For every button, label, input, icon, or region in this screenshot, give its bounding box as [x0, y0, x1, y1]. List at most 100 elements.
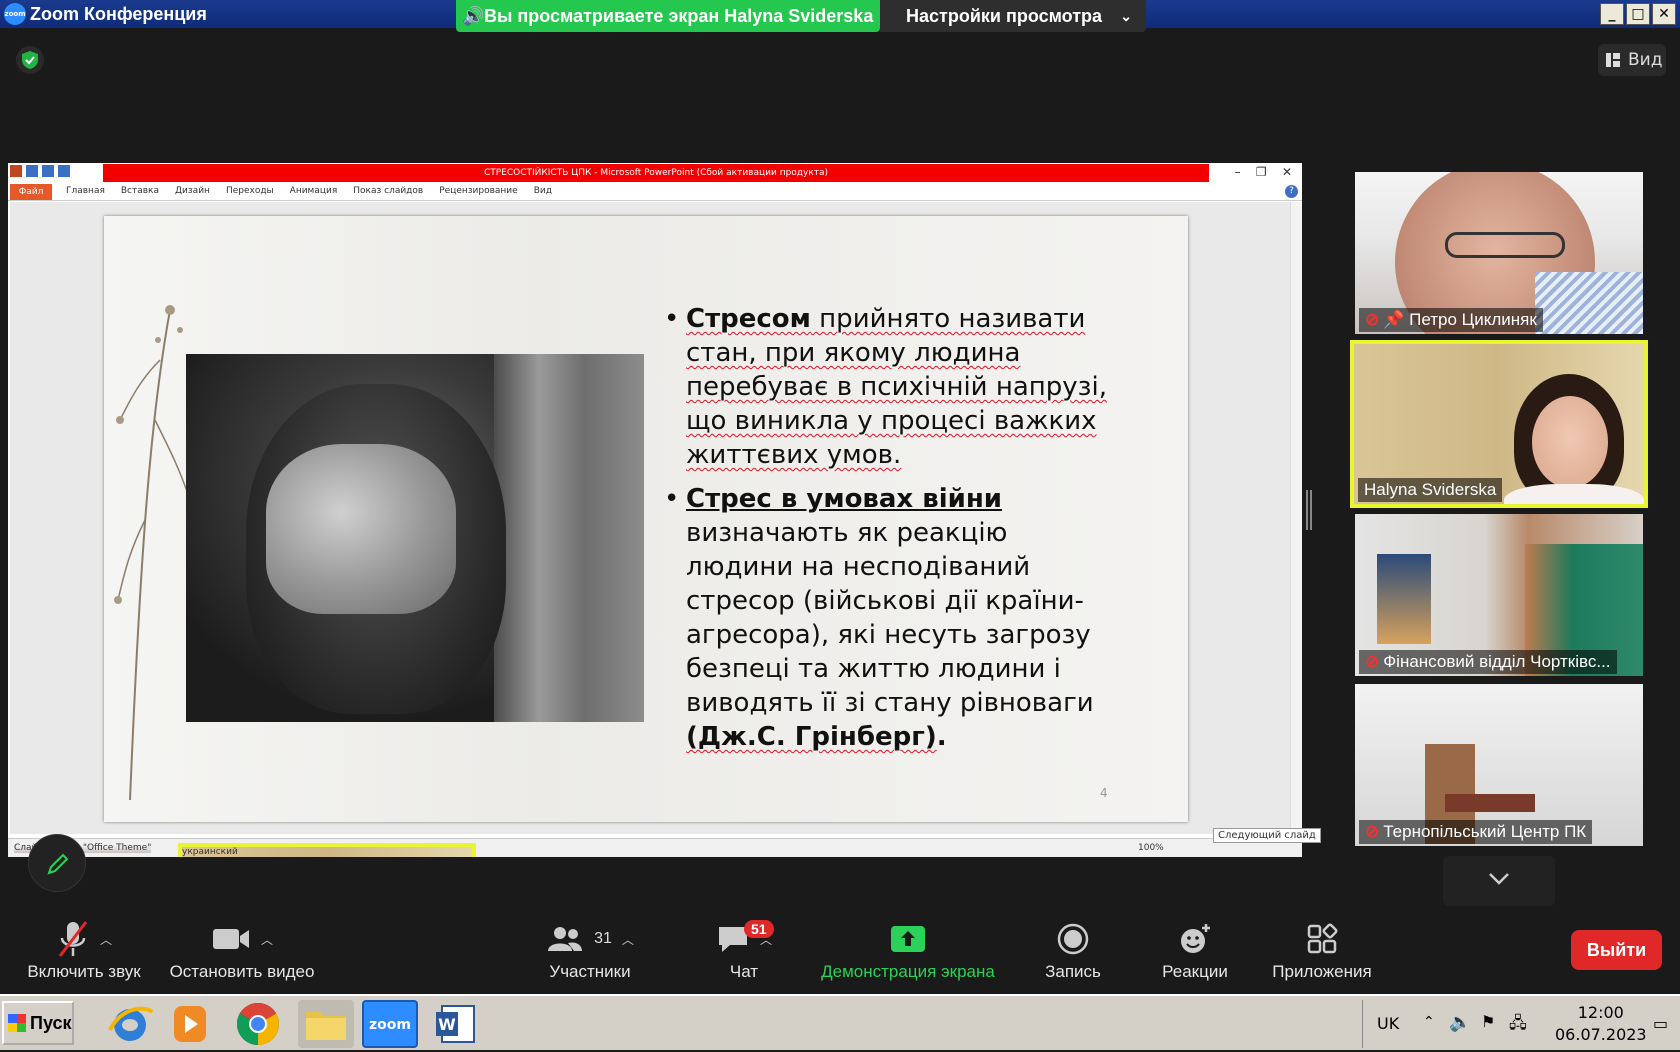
help-icon[interactable]: ?	[1285, 185, 1298, 198]
stop-video-button[interactable]: ︿ Остановить видео	[164, 916, 320, 982]
mic-muted-icon	[58, 921, 88, 957]
powerpoint-status-bar: Слайд 4 из 14 "Office Theme" украинский …	[8, 838, 1302, 857]
chat-button[interactable]: ︿ Чат 51	[694, 916, 794, 982]
ribbon-tab-design[interactable]: Дизайн	[175, 186, 210, 196]
chat-unread-badge: 51	[744, 920, 774, 938]
ribbon-tab-slideshow[interactable]: Показ слайдов	[353, 186, 423, 196]
close-button[interactable]: ✕	[1652, 3, 1676, 25]
volume-icon[interactable]: 🔈	[1449, 1012, 1471, 1033]
view-settings-dropdown[interactable]: Настройки просмотра ⌄	[880, 0, 1146, 32]
share-banner-text: Вы просматриваете экран Halyna Sviderska	[484, 6, 874, 26]
powerpoint-icon	[10, 165, 22, 177]
mic-muted-icon: ⊘	[1365, 652, 1380, 671]
stop-video-label: Остановить видео	[169, 962, 315, 981]
participants-label: Участники	[549, 962, 631, 981]
start-button[interactable]: Пуск	[2, 1001, 74, 1045]
apps-label: Приложения	[1272, 962, 1372, 981]
security-shield-icon[interactable]	[16, 46, 44, 74]
participant-tile-2-active[interactable]: Halyna Sviderska	[1350, 340, 1648, 508]
distressed-woman-photo	[186, 354, 644, 722]
redo-icon[interactable]	[58, 165, 70, 177]
ribbon-tab-review[interactable]: Рецензирование	[439, 186, 517, 196]
bullet2-citation: (Дж.С. Грінберг)	[686, 722, 937, 752]
slide-number: 4	[1100, 786, 1108, 800]
participant-name-2: Halyna Sviderska	[1358, 478, 1503, 502]
windows-logo-icon	[8, 1014, 26, 1032]
participants-button[interactable]: 31 ︿ Участники	[520, 916, 660, 982]
participant-tile-3[interactable]: ⊘ Фінансовий відділ Чортківс...	[1355, 514, 1643, 676]
status-zoom[interactable]: 100%	[1138, 843, 1164, 853]
network-icon[interactable]: 🖧	[1509, 1012, 1527, 1039]
ribbon-tab-view[interactable]: Вид	[534, 186, 552, 196]
clock[interactable]: 12:00 06.07.2023	[1555, 1002, 1647, 1046]
window-controls: _ □ ✕	[1600, 3, 1676, 25]
ribbon-tab-home[interactable]: Главная	[66, 186, 105, 196]
viewing-share-banner: 🔊 Вы просматриваете экран Halyna Sviders…	[456, 0, 880, 32]
powerpoint-title-bar: СТРЕСОСТІЙКІСТЬ ЦПК - Microsoft PowerPoi…	[8, 163, 1302, 183]
ribbon-tab-transitions[interactable]: Переходы	[226, 186, 274, 196]
clock-time: 12:00	[1577, 1003, 1624, 1022]
caret-up-icon[interactable]: ︿	[261, 931, 273, 948]
language-indicator[interactable]: UK	[1377, 1014, 1399, 1033]
action-center-flag-icon[interactable]: ⚑	[1481, 1012, 1495, 1031]
reactions-button[interactable]: Реакции	[1150, 916, 1240, 982]
participant-tile-1[interactable]: ⊘ 📌 Петро Циклиняк	[1355, 172, 1643, 334]
panel-resize-handle[interactable]	[1306, 490, 1312, 530]
clock-date: 06.07.2023	[1555, 1025, 1647, 1044]
internet-explorer-icon[interactable]	[102, 1000, 158, 1048]
view-button[interactable]: Вид	[1598, 44, 1666, 76]
next-slide-tooltip: Следующий слайд	[1213, 828, 1321, 843]
scroll-participants-button[interactable]	[1443, 856, 1555, 906]
powerpoint-window-controls[interactable]: – ❐ ✕	[1235, 165, 1292, 179]
quick-access-toolbar	[10, 165, 70, 177]
share-screen-label: Демонстрация экрана	[821, 962, 995, 981]
unmute-label: Включить звук	[27, 962, 141, 981]
bullet2-end: .	[936, 722, 947, 752]
slide-text: Стресом прийнято називати стан, при яком…	[664, 302, 1114, 764]
bullet2-term: Стрес в умовах війни	[686, 484, 1003, 514]
share-screen-button[interactable]: Демонстрация экрана	[810, 916, 1006, 982]
smiley-plus-icon	[1181, 924, 1210, 953]
zoom-logo-icon: zoom	[4, 3, 26, 25]
minimize-button[interactable]: _	[1600, 3, 1624, 25]
slide-bullet-2: Стрес в умовах війни визначають як реакц…	[664, 482, 1114, 754]
bullet2-text: визначають як реакцію людини на несподів…	[686, 518, 1094, 718]
chrome-icon[interactable]	[230, 1000, 286, 1048]
layout-grid-icon	[1606, 53, 1620, 67]
annotate-pen-button[interactable]	[28, 834, 86, 892]
powerpoint-title: СТРЕСОСТІЙКІСТЬ ЦПК - Microsoft PowerPoi…	[103, 164, 1209, 182]
participants-count: 31	[594, 930, 612, 947]
participant-tile-4[interactable]: ⊘ Тернопільський Центр ПК	[1355, 684, 1643, 846]
zoom-taskbar-label: zoom	[369, 1017, 411, 1033]
undo-icon[interactable]	[42, 165, 54, 177]
caret-up-icon[interactable]: ︿	[100, 931, 112, 948]
show-hidden-icons-icon[interactable]: ⌃	[1423, 1014, 1435, 1030]
file-explorer-icon[interactable]	[298, 1000, 354, 1048]
word-icon[interactable]: W	[428, 1000, 484, 1048]
start-label: Пуск	[30, 1013, 72, 1033]
notifications-icon[interactable]: ▭	[1653, 1014, 1668, 1033]
share-screen-icon	[891, 926, 925, 952]
record-button[interactable]: Запись	[1030, 916, 1116, 982]
caret-up-icon[interactable]: ︿	[622, 931, 634, 948]
mic-muted-icon: ⊘	[1365, 822, 1380, 841]
unmute-button[interactable]: ︿ Включить звук	[14, 916, 154, 982]
apps-icon	[1307, 923, 1338, 954]
powerpoint-ribbon: Файл Главная Вставка Дизайн Переходы Ани…	[8, 183, 1302, 201]
slide-bullet-1: Стресом прийнято називати стан, при яком…	[664, 302, 1114, 472]
speaker-icon: 🔊	[462, 6, 485, 26]
meeting-toolbar: ︿ Включить звук ︿ Остановить видео 31 ︿ …	[0, 906, 1680, 994]
apps-button[interactable]: Приложения	[1264, 916, 1380, 982]
save-icon[interactable]	[26, 165, 38, 177]
maximize-button[interactable]: □	[1626, 3, 1650, 25]
window-title: Zoom Конференция	[30, 4, 207, 24]
vertical-scrollbar[interactable]	[1290, 202, 1302, 834]
ribbon-tab-insert[interactable]: Вставка	[121, 186, 159, 196]
status-language: украинский	[178, 843, 476, 857]
view-settings-label: Настройки просмотра	[906, 6, 1103, 26]
zoom-taskbar-icon[interactable]: zoom	[362, 1000, 418, 1048]
file-tab[interactable]: Файл	[10, 184, 52, 200]
leave-meeting-button[interactable]: Выйти	[1571, 930, 1662, 970]
media-player-icon[interactable]	[162, 1000, 218, 1048]
ribbon-tab-animation[interactable]: Анимация	[290, 186, 338, 196]
